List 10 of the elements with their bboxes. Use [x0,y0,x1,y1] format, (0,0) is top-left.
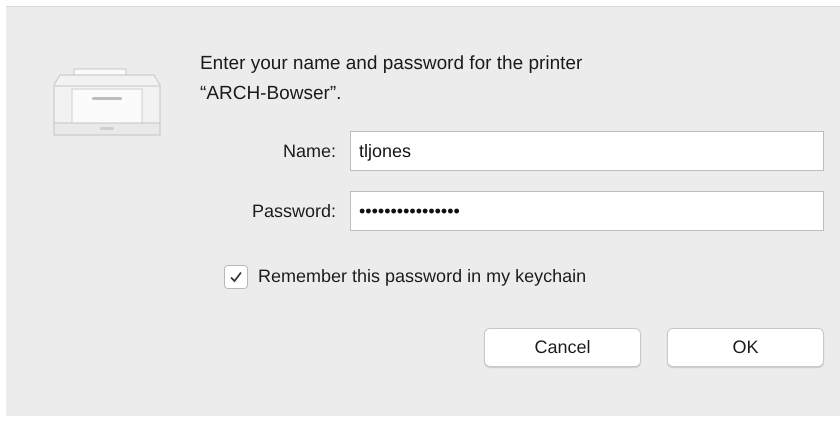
dialog-button[interactable]: OK [667,328,824,367]
checkbox-label: Remember this password in my keychain [258,265,586,288]
field-label: Name: [282,140,337,162]
input-field[interactable]: •••••••••••••••• [350,191,824,231]
remember-checkbox[interactable] [224,264,248,288]
dialog-button[interactable]: Cancel [484,328,641,367]
field-label: Password: [250,200,337,222]
prompt-message: Enter your name and password for the printer “ARCH-Bowser”. [200,52,584,106]
checkmark-icon [229,270,243,284]
input-field[interactable]: tljones [350,131,824,171]
